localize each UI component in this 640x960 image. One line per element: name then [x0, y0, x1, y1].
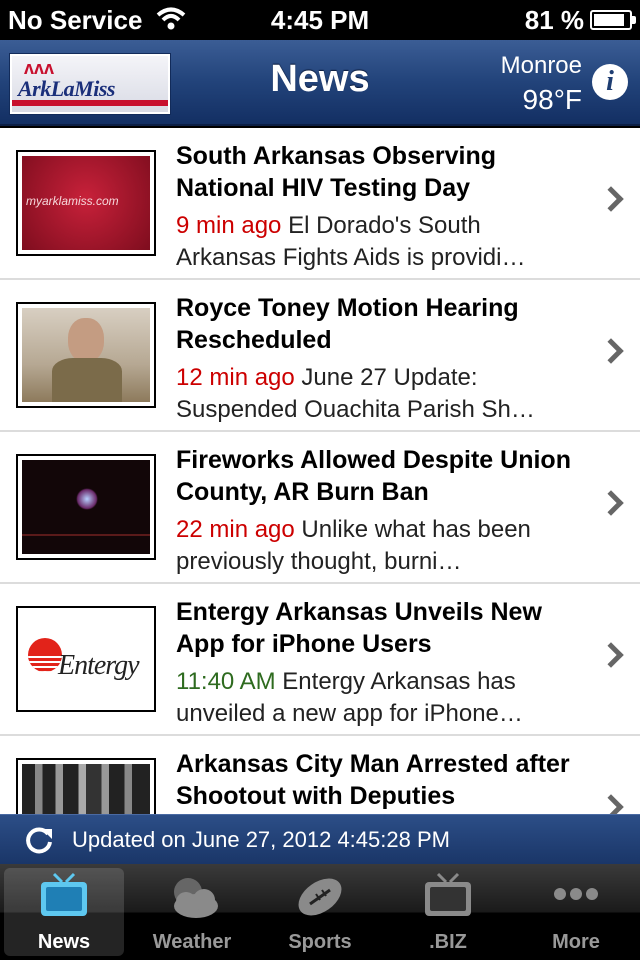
- news-time: 9 min ago: [176, 212, 282, 239]
- tab-label: Weather: [152, 931, 232, 953]
- tab-label: More: [552, 931, 600, 953]
- tab-bar: News Weather Sports .BIZ More: [0, 864, 640, 960]
- news-headline: South Arkansas Observing National HIV Te…: [176, 142, 496, 202]
- news-item[interactable]: Entergy Entergy Arkansas Unveils New App…: [0, 584, 640, 736]
- news-thumbnail: [16, 302, 156, 408]
- tv-icon: [425, 872, 471, 916]
- news-headline: Royce Toney Motion Hearing Rescheduled: [176, 294, 519, 354]
- chevron-right-icon: [598, 338, 624, 364]
- news-item[interactable]: South Arkansas Observing National HIV Te…: [0, 128, 640, 280]
- tab-label: .BIZ: [429, 931, 467, 953]
- news-thumbnail: Entergy: [16, 606, 156, 712]
- updated-bar: Updated on June 27, 2012 4:45:28 PM: [0, 814, 640, 864]
- tab-more[interactable]: More: [516, 868, 636, 956]
- news-headline: Entergy Arkansas Unveils New App for iPh…: [176, 598, 542, 658]
- news-headline: Fireworks Allowed Despite Union County, …: [176, 446, 571, 506]
- news-item[interactable]: Royce Toney Motion Hearing Rescheduled 1…: [0, 280, 640, 432]
- weather-city: Monroe: [500, 52, 582, 79]
- news-thumbnail: [16, 150, 156, 256]
- news-thumbnail: [16, 454, 156, 560]
- tab-weather[interactable]: Weather: [132, 868, 252, 956]
- battery-percent: 81 %: [524, 5, 584, 35]
- battery-icon: [590, 10, 636, 30]
- refresh-icon[interactable]: [24, 825, 54, 855]
- tab-news[interactable]: News: [4, 868, 124, 956]
- tab-biz[interactable]: .BIZ: [388, 868, 508, 956]
- chevron-right-icon: [598, 642, 624, 668]
- news-item[interactable]: Arkansas City Man Arrested after Shootou…: [0, 736, 640, 814]
- entergy-logo-icon: [28, 638, 62, 672]
- info-button[interactable]: i: [592, 64, 628, 100]
- chevron-right-icon: [598, 186, 624, 212]
- more-dots-icon: [554, 888, 598, 900]
- chevron-right-icon: [598, 490, 624, 516]
- news-headline: Arkansas City Man Arrested after Shootou…: [176, 750, 570, 810]
- nav-bar: ʌʌʌ ArkLaMiss News Monroe 98°F i: [0, 40, 640, 126]
- entergy-logo-text: Entergy: [58, 650, 140, 681]
- news-time: 11:40 AM: [176, 668, 276, 695]
- weather-temperature: 98°F: [522, 84, 582, 115]
- news-thumbnail: [16, 758, 156, 814]
- tv-icon: [41, 872, 87, 916]
- tab-label: News: [37, 931, 91, 953]
- chevron-right-icon: [598, 794, 624, 814]
- news-list[interactable]: South Arkansas Observing National HIV Te…: [0, 128, 640, 814]
- news-time: 12 min ago: [176, 364, 295, 391]
- tab-sports[interactable]: Sports: [260, 868, 380, 956]
- status-bar: No Service 4:45 PM 81 %: [0, 0, 640, 40]
- news-item[interactable]: Fireworks Allowed Despite Union County, …: [0, 432, 640, 584]
- football-icon: [298, 878, 342, 916]
- cloud-sun-icon: [174, 878, 218, 918]
- tab-label: Sports: [288, 931, 352, 953]
- updated-timestamp: Updated on June 27, 2012 4:45:28 PM: [72, 827, 450, 852]
- news-time: 22 min ago: [176, 516, 295, 543]
